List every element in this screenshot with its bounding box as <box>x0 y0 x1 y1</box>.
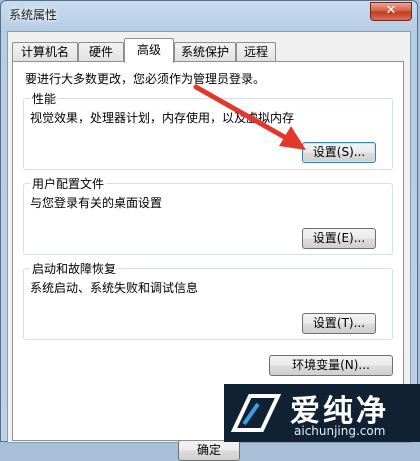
user-profiles-group: 用户配置文件 与您登录有关的桌面设置 设置(E)... <box>23 175 393 255</box>
performance-settings-button[interactable]: 设置(S)... <box>302 142 376 163</box>
user-profiles-settings-button[interactable]: 设置(E)... <box>302 228 376 249</box>
system-properties-window: 系统属性 ✕ 计算机名 硬件 高级 系统保护 远程 要进行大多数更改，您必须作为… <box>0 0 418 461</box>
window-title: 系统属性 <box>9 8 58 22</box>
performance-group: 性能 视觉效果，处理器计划，内存使用，以及虚拟内存 设置(S)... <box>23 90 393 170</box>
environment-variables-button[interactable]: 环境变量(N)... <box>269 355 393 376</box>
title-bar[interactable]: 系统属性 ✕ <box>1 1 417 31</box>
tab-remote[interactable]: 远程 <box>236 42 276 62</box>
tab-hardware[interactable]: 硬件 <box>78 42 124 62</box>
startup-recovery-description: 系统启动、系统失败和调试信息 <box>30 281 199 295</box>
tab-advanced[interactable]: 高级 <box>124 38 174 63</box>
startup-recovery-settings-button[interactable]: 设置(T)... <box>302 313 376 334</box>
startup-recovery-group: 启动和故障恢复 系统启动、系统失败和调试信息 设置(T)... <box>23 260 393 340</box>
performance-description: 视觉效果，处理器计划，内存使用，以及虚拟内存 <box>30 111 295 125</box>
tab-computer-name[interactable]: 计算机名 <box>12 42 78 62</box>
watermark-url: aichunjing.com <box>294 424 386 438</box>
performance-title: 性能 <box>30 90 59 107</box>
user-profiles-title: 用户配置文件 <box>30 175 107 192</box>
admin-notice: 要进行大多数更改，您必须作为管理员登录。 <box>25 72 266 86</box>
watermark-logo-icon <box>230 394 282 432</box>
ok-button[interactable]: 确定 <box>178 440 240 461</box>
startup-recovery-title: 启动和故障恢复 <box>30 260 119 277</box>
dialog-client-area: 计算机名 硬件 高级 系统保护 远程 要进行大多数更改，您必须作为管理员登录。 … <box>7 31 411 461</box>
user-profiles-description: 与您登录有关的桌面设置 <box>30 196 163 210</box>
close-button[interactable]: ✕ <box>370 2 412 21</box>
watermark-banner: 爱纯净 aichunjing.com <box>224 384 420 442</box>
tab-system-protection[interactable]: 系统保护 <box>174 42 236 62</box>
close-icon: ✕ <box>385 3 397 18</box>
